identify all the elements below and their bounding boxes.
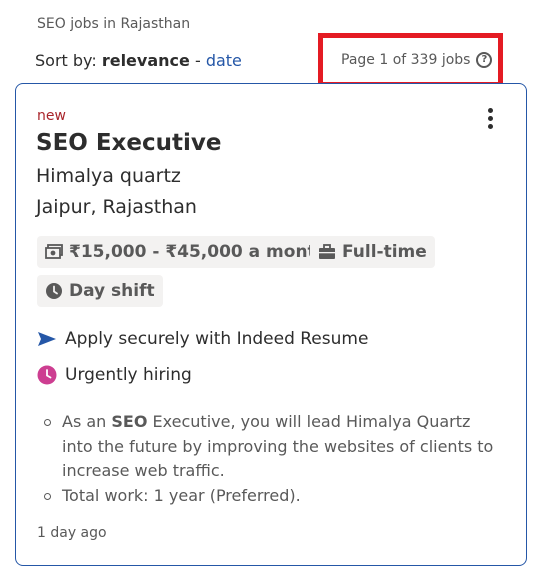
clock-icon [46, 283, 62, 299]
money-icon [45, 244, 63, 259]
sort-label: Sort by: [35, 51, 97, 70]
highlight-box: Page 1 of 339 jobs ? [318, 33, 503, 87]
pagination-text: Page 1 of 339 jobs [341, 52, 471, 68]
shift-chip: Day shift [37, 275, 163, 307]
sort-bar: Sort by: relevance - date [35, 51, 242, 70]
job-card[interactable]: new SEO Executive Himalya quartz Jaipur,… [15, 83, 527, 566]
job-type-text: Full-time [342, 242, 427, 262]
more-vertical-icon[interactable] [486, 108, 494, 134]
pagination-info: Page 1 of 339 jobs ? [341, 52, 493, 68]
apply-with-resume: Apply securely with Indeed Resume [37, 329, 368, 349]
sort-by-date-link[interactable]: date [206, 51, 242, 70]
posted-date: 1 day ago [37, 525, 107, 541]
urgent-text: Urgently hiring [65, 365, 192, 385]
job-snippet: As an SEO Executive, you will lead Himal… [42, 410, 502, 508]
help-icon[interactable]: ? [476, 52, 493, 68]
sort-separator: - [189, 51, 206, 70]
briefcase-icon [319, 244, 335, 259]
job-type-chip: Full-time [310, 236, 435, 268]
sort-relevance: relevance [101, 51, 190, 70]
snippet-item: Total work: 1 year (Preferred). [44, 484, 502, 509]
salary-text: ₹15,000 - ₹45,000 a month [69, 242, 328, 262]
breadcrumb: SEO jobs in Rajasthan [37, 16, 191, 32]
salary-chip: ₹15,000 - ₹45,000 a month [37, 236, 336, 268]
snippet-item: As an SEO Executive, you will lead Himal… [44, 410, 502, 484]
shift-text: Day shift [69, 281, 155, 301]
urgently-hiring: Urgently hiring [37, 365, 192, 385]
job-location: Jaipur, Rajasthan [36, 196, 197, 218]
urgent-clock-icon [37, 365, 57, 385]
job-title[interactable]: SEO Executive [36, 130, 221, 156]
send-arrow-icon [38, 332, 56, 346]
company-name: Himalya quartz [36, 165, 181, 187]
apply-text: Apply securely with Indeed Resume [65, 329, 369, 349]
new-badge: new [37, 108, 66, 124]
